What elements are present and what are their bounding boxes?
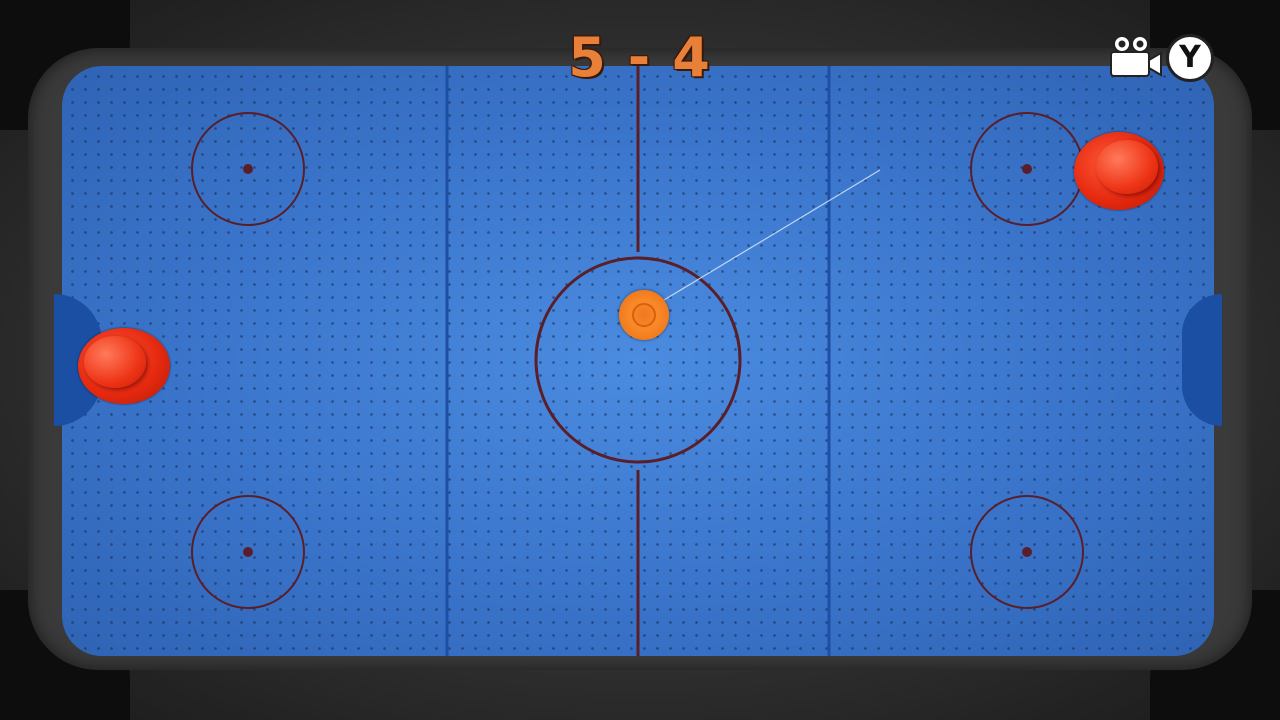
faceoff-dot-bottom-right (1022, 547, 1032, 557)
score-separator: - (627, 26, 653, 89)
puck[interactable] (619, 290, 669, 340)
scoreboard: 5-4 (540, 26, 740, 90)
aim-line (663, 169, 881, 301)
faceoff-dot-bottom-left (243, 547, 253, 557)
right-mallet-handle (1096, 140, 1158, 194)
faceoff-dot-top-right (1022, 164, 1032, 174)
rink-markings (191, 66, 1084, 656)
puck-center-ring (632, 303, 656, 327)
faceoff-dot-top-left (243, 164, 253, 174)
left-mallet-handle (84, 336, 146, 388)
right-mallet[interactable] (1074, 132, 1164, 210)
center-circle (534, 256, 742, 464)
video-camera-icon[interactable] (1108, 34, 1162, 80)
left-mallet[interactable] (78, 328, 170, 404)
camera-toggle-button[interactable]: Y (1166, 34, 1214, 82)
score-left: 5 (568, 26, 608, 89)
score-right: 4 (672, 26, 712, 89)
